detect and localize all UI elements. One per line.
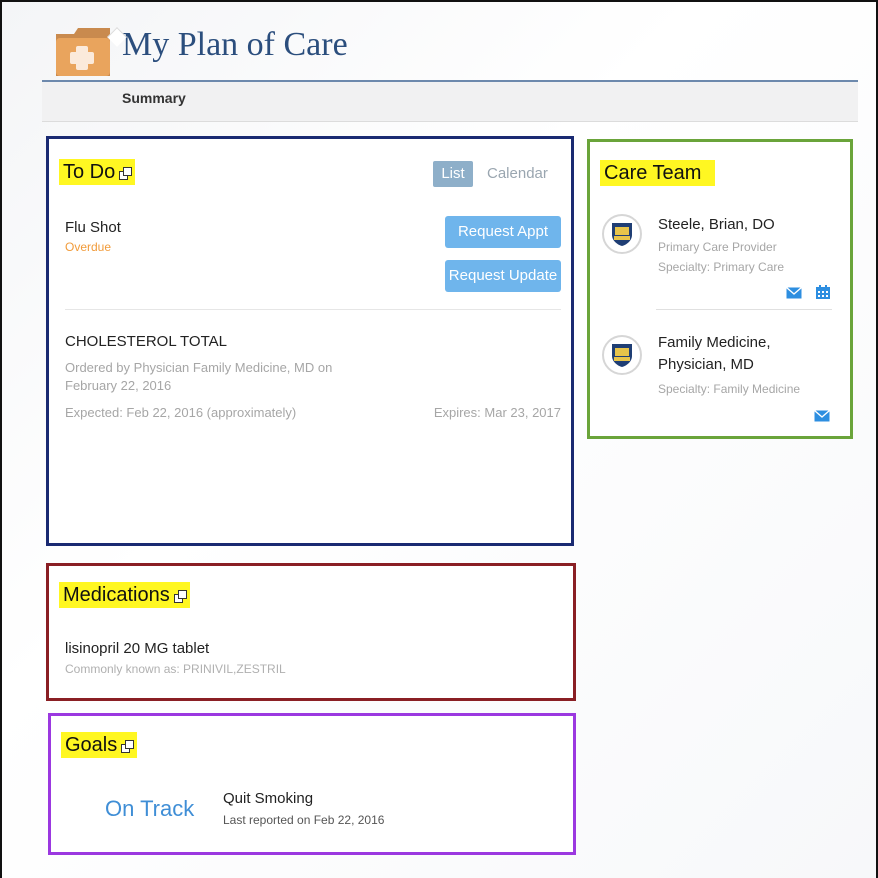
care-team-divider — [656, 309, 832, 310]
tab-summary[interactable]: Summary — [122, 90, 186, 106]
university-seal-icon — [612, 223, 632, 246]
mail-icon[interactable] — [814, 410, 830, 422]
medication-aka: Commonly known as: PRINIVIL,ZESTRIL — [65, 662, 286, 676]
page-title: My Plan of Care — [122, 26, 348, 63]
todo-title-highlight: To Do — [59, 159, 136, 185]
goals-title-highlight: Goals — [61, 732, 138, 758]
medical-folder-icon — [56, 28, 110, 76]
order-ordered-by: Ordered by Physician Family Medicine, MD… — [65, 360, 333, 393]
provider-avatar — [602, 214, 642, 254]
medications-title: Medications — [63, 584, 170, 606]
goals-title: Goals — [65, 734, 118, 756]
provider-specialty: Specialty: Family Medicine — [658, 382, 801, 396]
todo-heading: To Do — [59, 159, 136, 185]
goals-heading: Goals — [61, 732, 138, 758]
request-appt-button[interactable]: Request Appt — [445, 216, 561, 248]
todo-card: To Do List Calendar Flu Shot Overdue Req… — [46, 136, 574, 546]
goal-last-reported: Last reported on Feb 22, 2016 — [223, 813, 385, 827]
view-list-button[interactable]: List — [433, 161, 473, 187]
page-header: My Plan of Care — [42, 16, 858, 82]
order-expected-date: Expected: Feb 22, 2016 (approximately) — [65, 405, 297, 420]
provider-specialty: Specialty: Primary Care — [658, 260, 785, 274]
todo-title: To Do — [63, 161, 116, 183]
university-seal-icon — [612, 344, 632, 367]
todo-divider — [65, 309, 561, 310]
care-team-card: Care Team Steele, Brian, DO Primary Care… — [587, 139, 853, 439]
care-team-title: Care Team — [600, 160, 716, 186]
todo-item-status: Overdue — [65, 240, 112, 254]
care-team-title-text: Care Team — [604, 162, 702, 184]
page-frame: My Plan of Care Summary To Do List Calen… — [0, 0, 878, 878]
goal-status: On Track — [105, 796, 195, 821]
mail-icon[interactable] — [786, 287, 802, 299]
provider-avatar — [602, 335, 642, 375]
sub-navigation: Summary — [42, 82, 858, 122]
order-title[interactable]: CHOLESTEROL TOTAL — [65, 333, 227, 350]
medications-title-highlight: Medications — [59, 582, 190, 608]
calendar-icon[interactable] — [816, 285, 830, 299]
medications-heading: Medications — [59, 582, 190, 608]
order-expires-date: Expires: Mar 23, 2017 — [433, 405, 561, 420]
provider-role: Primary Care Provider — [658, 240, 777, 254]
care-team-heading: Care Team — [600, 160, 716, 186]
popout-icon[interactable] — [121, 739, 135, 753]
goal-name[interactable]: Quit Smoking — [223, 790, 313, 807]
goals-card: Goals On Track Quit Smoking Last reporte… — [48, 713, 576, 855]
view-calendar-button[interactable]: Calendar — [487, 165, 548, 182]
popout-icon[interactable] — [119, 166, 133, 180]
medications-card: Medications lisinopril 20 MG tablet Comm… — [46, 563, 576, 701]
popout-icon[interactable] — [173, 589, 187, 603]
provider-name[interactable]: Steele, Brian, DO — [658, 214, 775, 236]
provider-name[interactable]: Family Medicine, Physician, MD — [658, 332, 838, 376]
todo-item-title[interactable]: Flu Shot — [65, 219, 121, 236]
request-update-button[interactable]: Request Update — [445, 260, 561, 292]
medication-name[interactable]: lisinopril 20 MG tablet — [65, 640, 209, 657]
